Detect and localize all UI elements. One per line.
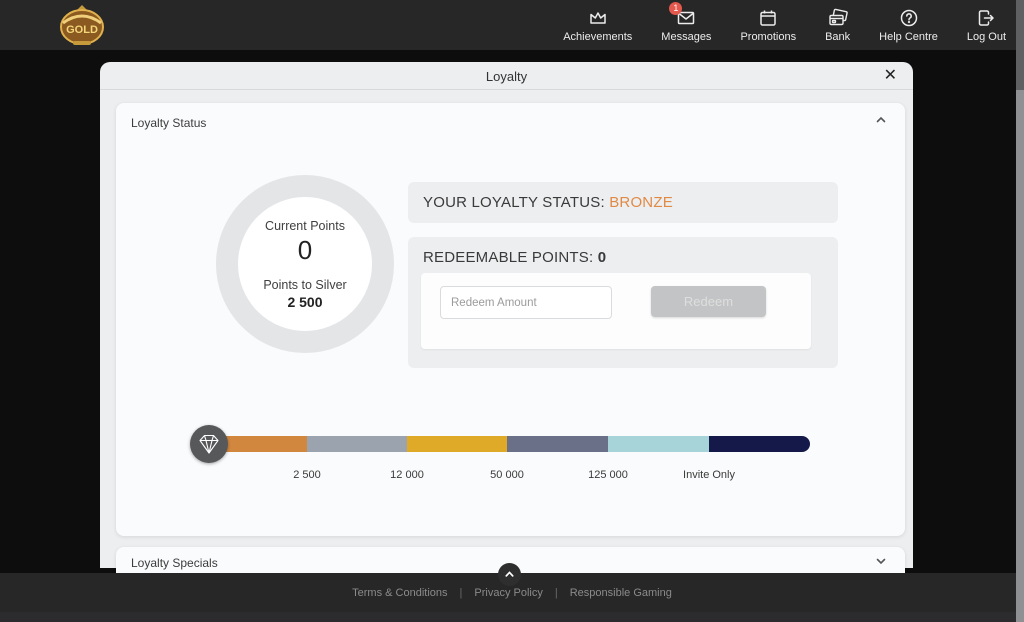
loyalty-status-panel: YOUR LOYALTY STATUS: BRONZE [408, 182, 838, 223]
bottom-strip [0, 612, 1024, 622]
tier-segment-platinum [507, 436, 608, 452]
diamond-icon [198, 433, 220, 455]
nav-label: Achievements [563, 31, 632, 43]
loyalty-modal: Loyalty ✕ Loyalty Status Current Points … [100, 62, 913, 568]
nav-item-messages[interactable]: 1 Messages [661, 8, 711, 43]
tier-segment-silver [307, 436, 407, 452]
modal-title: Loyalty [100, 69, 913, 84]
redeem-form-card: Redeem [421, 273, 811, 349]
current-tier-badge [190, 425, 228, 463]
nav-label: Promotions [740, 31, 796, 43]
tier-boundary-label: Invite Only [683, 469, 735, 481]
modal-header: Loyalty ✕ [100, 62, 913, 90]
tier-segment-invite-only [709, 436, 810, 452]
bank-cards-icon [828, 8, 848, 28]
footer-link-privacy[interactable]: Privacy Policy [474, 587, 542, 599]
redeemable-points-value: 0 [598, 249, 607, 266]
logout-icon [976, 8, 996, 28]
top-nav-bar: GOLD Achievements 1 Messages [0, 0, 1024, 50]
redeem-button[interactable]: Redeem [651, 286, 766, 317]
loyalty-status-section-title: Loyalty Status [131, 116, 206, 130]
help-icon [899, 8, 919, 28]
nav-label: Help Centre [879, 31, 938, 43]
envelope-icon: 1 [676, 8, 696, 28]
nav-label: Bank [825, 31, 850, 43]
points-donut: Current Points 0 Points to Silver 2 500 [216, 175, 394, 353]
redeemable-points-label: REDEEMABLE POINTS: [423, 249, 593, 266]
messages-badge: 1 [669, 2, 682, 15]
loyalty-status-card: Loyalty Status Current Points 0 Points t… [116, 103, 905, 536]
close-icon[interactable]: ✕ [884, 66, 897, 86]
tier-progress-bar [209, 436, 810, 452]
points-to-next-label: Points to Silver [263, 278, 346, 292]
nav-menu: Achievements 1 Messages Promotions [563, 0, 1006, 50]
footer-separator: | [460, 587, 463, 599]
footer-separator: | [555, 587, 558, 599]
points-donut-content: Current Points 0 Points to Silver 2 500 [238, 197, 372, 331]
current-points-label: Current Points [265, 219, 345, 233]
nav-label: Messages [661, 31, 711, 43]
nav-item-log-out[interactable]: Log Out [967, 8, 1006, 43]
chevron-up-icon [504, 569, 515, 580]
scroll-to-top-button[interactable] [498, 563, 521, 586]
nav-item-bank[interactable]: Bank [825, 8, 850, 43]
tier-boundary-label: 50 000 [490, 469, 524, 481]
footer-link-terms[interactable]: Terms & Conditions [352, 587, 447, 599]
footer-link-responsible-gaming[interactable]: Responsible Gaming [570, 587, 672, 599]
calendar-icon [758, 8, 778, 28]
loyalty-specials-section-title: Loyalty Specials [131, 556, 218, 570]
page-scrollbar-track[interactable] [1016, 0, 1024, 622]
svg-text:GOLD: GOLD [66, 24, 98, 36]
redeemable-points-title: REDEEMABLE POINTS: 0 [423, 249, 606, 266]
tier-segment-diamond [608, 436, 709, 452]
nav-item-help-centre[interactable]: Help Centre [879, 8, 938, 43]
casino-logo[interactable]: GOLD [57, 3, 107, 47]
chevron-up-icon[interactable] [875, 114, 887, 126]
tier-boundary-label: 12 000 [390, 469, 424, 481]
loyalty-status-label: YOUR LOYALTY STATUS: [423, 194, 605, 211]
page-scrollbar-thumb[interactable] [1016, 0, 1024, 90]
nav-item-promotions[interactable]: Promotions [740, 8, 796, 43]
nav-label: Log Out [967, 31, 1006, 43]
loyalty-status-value: BRONZE [609, 194, 673, 211]
casino-logo-icon: GOLD [57, 3, 107, 47]
tier-boundary-label: 125 000 [588, 469, 628, 481]
chevron-down-icon[interactable] [875, 555, 887, 567]
current-points-value: 0 [298, 235, 312, 266]
crown-icon [588, 8, 608, 28]
nav-item-achievements[interactable]: Achievements [563, 8, 632, 43]
tier-segment-gold [407, 436, 507, 452]
redeem-amount-input[interactable] [440, 286, 612, 319]
tier-boundary-label: 2 500 [293, 469, 321, 481]
points-to-next-value: 2 500 [287, 294, 322, 310]
redeemable-points-panel: REDEEMABLE POINTS: 0 Redeem [408, 237, 838, 368]
